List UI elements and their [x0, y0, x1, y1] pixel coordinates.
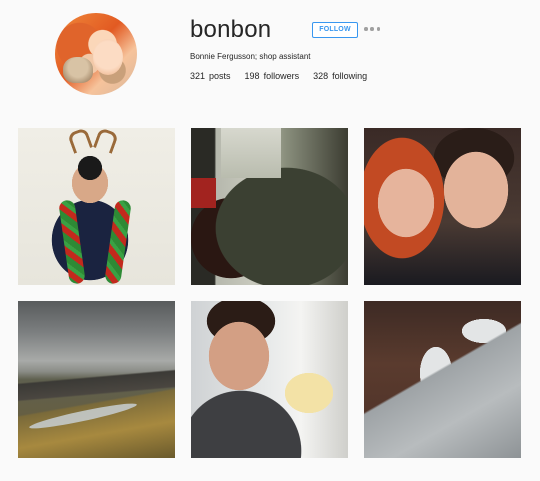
post-tile[interactable] [191, 128, 348, 285]
antler [67, 128, 93, 154]
avatar-face [93, 39, 123, 75]
dot [370, 27, 374, 31]
profile-page: bonbon FOLLOW Bonnie Fergusson; shop ass… [0, 0, 540, 481]
avatar-dog [63, 57, 93, 83]
post-tile[interactable] [191, 301, 348, 458]
river [28, 399, 138, 433]
stat-count: 328 [313, 71, 329, 81]
dot [376, 27, 380, 31]
stat-label: following [332, 71, 368, 81]
boa [104, 199, 132, 285]
red-object [191, 178, 216, 208]
avatar[interactable] [55, 13, 137, 95]
stat-label: posts [209, 71, 231, 81]
window [221, 128, 281, 178]
stat-followers[interactable]: 198 followers [245, 71, 300, 81]
stat-posts[interactable]: 321 posts [190, 71, 231, 81]
dot [364, 27, 368, 31]
stat-label: followers [263, 71, 300, 81]
username: bonbon [190, 16, 272, 43]
post-tile[interactable] [18, 301, 175, 458]
stat-following[interactable]: 328 following [313, 71, 367, 81]
post-tile[interactable] [18, 128, 175, 285]
antler [93, 128, 119, 154]
post-tile[interactable] [364, 301, 521, 458]
profile-stats: 321 posts 198 followers 328 following [190, 71, 381, 81]
more-options-icon[interactable] [364, 26, 380, 32]
follow-button[interactable]: FOLLOW [312, 22, 358, 38]
stat-count: 321 [190, 71, 206, 81]
bio: Bonnie Fergusson; shop assistant [190, 52, 311, 61]
post-tile[interactable] [364, 128, 521, 285]
stat-count: 198 [244, 71, 260, 81]
boa [58, 199, 86, 285]
